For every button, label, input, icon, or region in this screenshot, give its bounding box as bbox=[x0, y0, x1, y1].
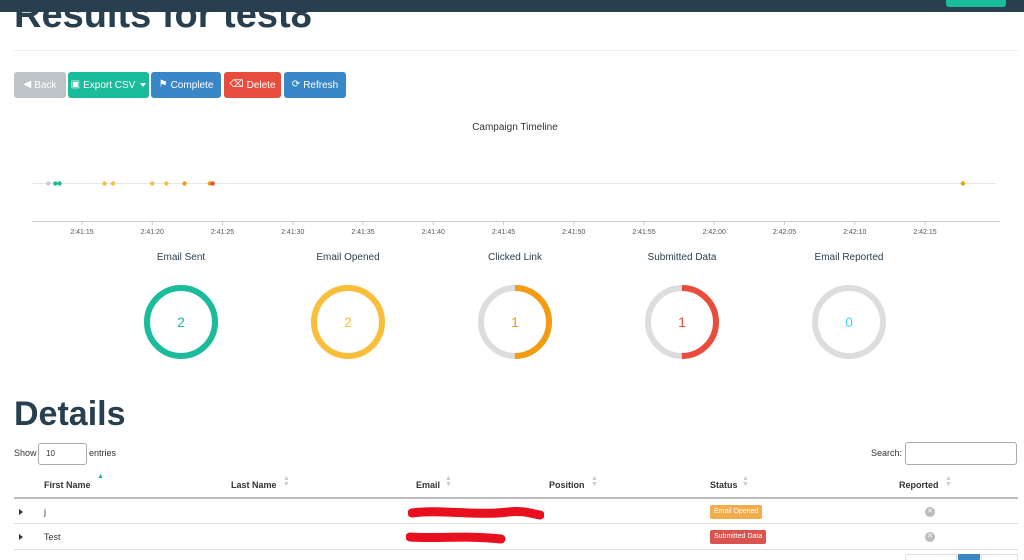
column-header-first-name[interactable]: First Name bbox=[44, 480, 91, 490]
timeline-event-dot bbox=[150, 181, 155, 186]
sort-icon: ▲ ▼ bbox=[445, 475, 452, 488]
timeline-tick-label: 2:41:55 bbox=[632, 229, 655, 236]
timeline-tick-label: 2:42:15 bbox=[913, 229, 936, 236]
sort-icon: ▲ ▼ bbox=[742, 475, 749, 488]
status-badge: Submitted Data bbox=[710, 530, 767, 544]
stat-ring: 1 bbox=[645, 285, 719, 359]
timeline-event-dot bbox=[182, 181, 187, 186]
page-size-select[interactable]: 10 bbox=[38, 443, 87, 465]
pagination-next[interactable] bbox=[981, 554, 1018, 560]
stat-clicked-link: Clicked Link 1 bbox=[440, 252, 590, 362]
not-reported-icon: ✕ bbox=[925, 532, 935, 542]
expand-row-icon[interactable] bbox=[19, 534, 23, 540]
stat-title: Clicked Link bbox=[488, 252, 542, 263]
show-label: Show bbox=[14, 448, 37, 458]
timeline-tick-label: 2:41:35 bbox=[351, 229, 374, 236]
row-divider bbox=[14, 549, 1018, 550]
sort-asc-icon: ▲ bbox=[97, 473, 104, 480]
sort-icon: ▲ ▼ bbox=[945, 475, 952, 488]
export-csv-button[interactable]: ▣ Export CSV bbox=[68, 72, 149, 98]
stat-email-reported: Email Reported 0 bbox=[774, 252, 924, 362]
arrow-left-circle-icon: ◀ bbox=[23, 79, 32, 90]
column-header-last-name[interactable]: Last Name bbox=[231, 480, 277, 490]
timeline-tick-label: 2:41:30 bbox=[281, 229, 304, 236]
refresh-icon: ⟳ bbox=[291, 79, 301, 90]
stat-submitted-data: Submitted Data 1 bbox=[607, 252, 757, 362]
timeline-event-dot bbox=[110, 181, 116, 186]
column-header-status[interactable]: Status bbox=[710, 480, 738, 490]
delete-label: Delete bbox=[246, 79, 276, 91]
timeline-tick-label: 2:41:15 bbox=[70, 229, 93, 236]
stat-email-sent: Email Sent 2 bbox=[106, 252, 256, 362]
details-title: Details bbox=[14, 395, 126, 433]
expand-row-icon[interactable] bbox=[19, 509, 23, 515]
timeline-tick-label: 2:41:40 bbox=[422, 229, 445, 236]
refresh-button[interactable]: ⟳ Refresh bbox=[284, 72, 346, 98]
ring-value-label: 2 bbox=[177, 314, 185, 330]
stat-ring: 0 bbox=[812, 285, 886, 359]
ring-value-label: 1 bbox=[511, 314, 519, 330]
cell-first-name: j bbox=[44, 507, 46, 517]
timeline-event-dot bbox=[46, 181, 51, 186]
redacted-email bbox=[408, 506, 544, 520]
stat-title: Email Sent bbox=[156, 252, 206, 263]
search-input[interactable] bbox=[905, 442, 1017, 465]
status-badge: Email Opened bbox=[710, 505, 763, 519]
timeline-event-dot bbox=[102, 181, 107, 186]
timeline-tick-label: 2:41:20 bbox=[141, 229, 164, 236]
timeline-event-dot bbox=[164, 181, 169, 186]
cell-first-name: Test bbox=[44, 532, 61, 542]
stat-title: Email Opened bbox=[316, 252, 380, 263]
pagination-previous[interactable] bbox=[905, 554, 957, 560]
redacted-email bbox=[406, 532, 506, 544]
ring-value-label: 2 bbox=[344, 314, 352, 330]
timeline-tick-label: 2:42:00 bbox=[703, 229, 726, 236]
timeline-title: Campaign Timeline bbox=[472, 122, 558, 133]
timeline-event-dot bbox=[53, 181, 58, 186]
ring-value-label: 1 bbox=[678, 314, 686, 330]
not-reported-icon: ✕ bbox=[925, 507, 935, 517]
timeline-event-dot bbox=[210, 181, 215, 186]
timeline-tick-label: 2:41:25 bbox=[211, 229, 234, 236]
campaign-timeline-chart: 2:41:15 2:41:20 2:41:25 2:41:30 2:41:35 2:41:… bbox=[32, 181, 1000, 236]
pagination-current-page[interactable] bbox=[958, 554, 980, 560]
title-divider bbox=[14, 50, 1018, 51]
sort-icon: ▲ ▼ bbox=[283, 475, 290, 488]
timeline-event-dot bbox=[57, 181, 62, 186]
table-header-divider bbox=[14, 497, 1018, 499]
timeline-tick-label: 2:41:45 bbox=[492, 229, 515, 236]
caret-down-icon bbox=[140, 83, 147, 87]
file-excel-icon: ▣ bbox=[70, 79, 81, 90]
trash-icon: ⌫ bbox=[229, 79, 244, 90]
row-divider bbox=[14, 523, 1018, 524]
entries-label: entries bbox=[89, 448, 117, 458]
sort-icon: ▲ ▼ bbox=[591, 475, 598, 488]
stat-title: Email Reported bbox=[814, 252, 884, 263]
column-header-email[interactable]: Email bbox=[416, 480, 440, 490]
page-title: Results for test8 bbox=[14, 0, 312, 34]
back-button[interactable]: ◀ Back bbox=[14, 72, 66, 98]
stat-title: Submitted Data bbox=[647, 252, 717, 263]
timeline-tick-label: 2:42:05 bbox=[773, 229, 796, 236]
ring-value-label: 0 bbox=[845, 314, 853, 330]
stat-ring: 2 bbox=[311, 285, 385, 359]
stat-ring: 2 bbox=[144, 285, 218, 359]
stat-ring: 1 bbox=[478, 285, 552, 359]
export-label: Export CSV bbox=[83, 79, 136, 91]
delete-button[interactable]: ⌫ Delete bbox=[224, 72, 281, 98]
complete-label: Complete bbox=[170, 79, 214, 91]
timeline-tick-label: 2:41:50 bbox=[562, 229, 585, 236]
column-header-position[interactable]: Position bbox=[549, 480, 585, 490]
refresh-label: Refresh bbox=[303, 79, 339, 91]
timeline-event-dot bbox=[960, 181, 966, 186]
timeline-tick-label: 2:42:10 bbox=[843, 229, 866, 236]
stat-email-opened: Email Opened 2 bbox=[273, 252, 423, 362]
flag-checkered-icon: ⚑ bbox=[158, 79, 168, 90]
navbar-button[interactable] bbox=[946, 0, 1006, 7]
search-label: Search: bbox=[871, 448, 903, 458]
back-label: Back bbox=[34, 79, 57, 91]
column-header-reported[interactable]: Reported bbox=[899, 480, 939, 490]
complete-button[interactable]: ⚑ Complete bbox=[151, 72, 221, 98]
